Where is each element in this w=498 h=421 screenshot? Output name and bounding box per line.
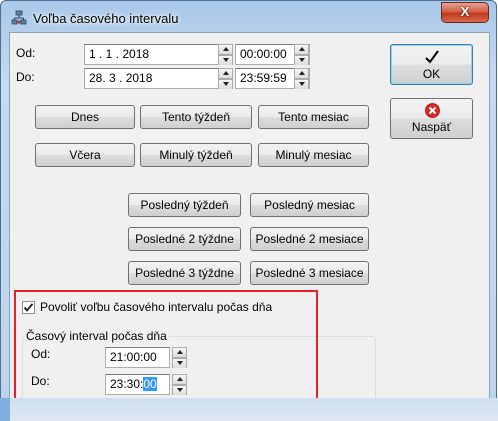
latest-2-months-button[interactable]: Posledné 2 mesiace xyxy=(250,227,369,251)
back-label: Naspäť xyxy=(411,120,452,134)
ok-label: OK xyxy=(422,67,441,81)
latest-month-button[interactable]: Posledný mesiac xyxy=(250,193,369,217)
to-date-field[interactable]: 28. 3 . 2018 xyxy=(84,68,219,89)
yesterday-button[interactable]: Včera xyxy=(35,143,135,167)
today-button[interactable]: Dnes xyxy=(35,105,135,129)
latest-week-button[interactable]: Posledný týždeň xyxy=(128,193,241,217)
window-title: Voľba časového intervalu xyxy=(33,11,179,26)
this-week-button[interactable]: Tento týždeň xyxy=(140,105,252,129)
from-time-spinner[interactable] xyxy=(294,44,309,65)
cancel-icon xyxy=(425,103,440,118)
close-icon: X xyxy=(460,4,470,19)
spin-down-icon[interactable] xyxy=(295,79,308,89)
spin-up-icon[interactable] xyxy=(295,69,308,79)
spin-down-icon[interactable] xyxy=(219,55,232,65)
checkmark-icon xyxy=(425,50,439,64)
taskbar-strip xyxy=(0,398,498,421)
last-week-button[interactable]: Minulý týždeň xyxy=(140,143,252,167)
taskbar-tab[interactable] xyxy=(0,398,10,421)
last-month-button[interactable]: Minulý mesiac xyxy=(258,143,369,167)
highlight-annotation xyxy=(14,290,318,409)
spin-down-icon[interactable] xyxy=(219,79,232,89)
spin-up-icon[interactable] xyxy=(219,45,232,55)
ok-button[interactable]: OK xyxy=(390,44,473,85)
from-date-field[interactable]: 1 . 1 . 2018 xyxy=(84,44,219,65)
from-date-spinner[interactable] xyxy=(218,44,233,65)
latest-3-weeks-button[interactable]: Posledné 3 týždne xyxy=(128,261,241,285)
latest-3-months-button[interactable]: Posledné 3 mesiace xyxy=(250,261,369,285)
spin-up-icon[interactable] xyxy=(219,69,232,79)
close-button[interactable]: X xyxy=(441,2,489,23)
to-label: Do: xyxy=(16,70,35,84)
spin-down-icon[interactable] xyxy=(295,55,308,65)
title-bar[interactable]: Voľba časového intervalu X xyxy=(1,1,498,35)
app-network-icon xyxy=(11,10,27,25)
back-button[interactable]: Naspäť xyxy=(390,98,473,139)
from-label: Od: xyxy=(16,46,36,60)
latest-2-weeks-button[interactable]: Posledné 2 týždne xyxy=(128,227,241,251)
to-date-spinner[interactable] xyxy=(218,68,233,89)
this-month-button[interactable]: Tento mesiac xyxy=(258,105,369,129)
to-time-spinner[interactable] xyxy=(294,68,309,89)
spin-up-icon[interactable] xyxy=(295,45,308,55)
